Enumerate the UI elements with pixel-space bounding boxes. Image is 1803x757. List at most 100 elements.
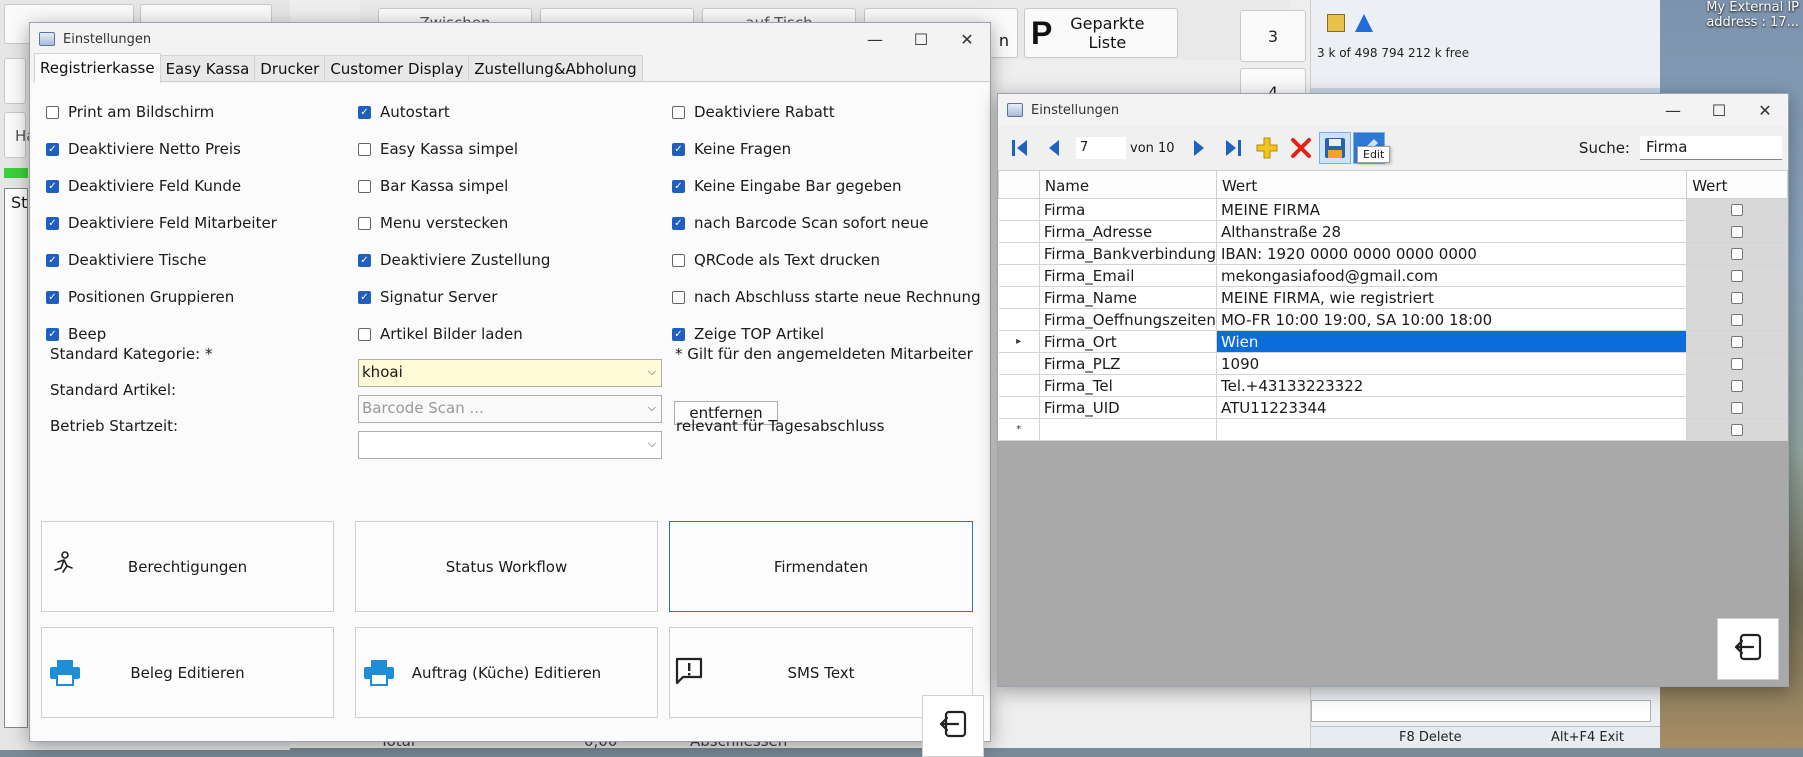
checkbox-unchecked-icon[interactable]	[1731, 204, 1744, 216]
cell-name[interactable]: Firma_Name	[1039, 286, 1217, 309]
cell-value[interactable]: Wien	[1216, 330, 1688, 353]
minimize-icon[interactable]: —	[1650, 101, 1696, 120]
checkbox-unchecked-icon[interactable]	[358, 327, 371, 341]
row-header[interactable]	[998, 396, 1040, 419]
cell-value[interactable]: ATU11223344	[1216, 396, 1688, 419]
checkbox-unchecked-icon[interactable]	[672, 105, 685, 119]
delete-record-icon[interactable]	[1285, 132, 1317, 164]
row-header[interactable]	[998, 374, 1040, 397]
cell-value[interactable]: Tel.+43133223322	[1216, 374, 1688, 397]
checkbox-unchecked-icon[interactable]	[358, 179, 371, 193]
background-button[interactable]	[4, 58, 26, 104]
cell-name[interactable]: Firma_Adresse	[1039, 220, 1217, 243]
current-row-indicator[interactable]: ▸	[998, 330, 1040, 353]
checkbox-checked-icon[interactable]: ✓	[358, 290, 371, 304]
betrieb-startzeit-select[interactable]: ⌵	[358, 431, 662, 459]
checkbox-checked-icon[interactable]: ✓	[46, 253, 59, 267]
table-row[interactable]: Firma_Bankverbindung IBAN: 1920 0000 0000…	[998, 242, 1788, 265]
cell-checkbox[interactable]	[1686, 198, 1788, 221]
cell-checkbox[interactable]	[1686, 308, 1788, 331]
checkbox-checked-icon[interactable]: ✓	[672, 142, 685, 156]
checkbox-positionen-gruppieren[interactable]: ✓ Positionen Gruppieren	[46, 288, 234, 306]
new-row-indicator[interactable]: *	[998, 418, 1040, 441]
number-3-button[interactable]: 3	[1240, 10, 1306, 62]
cell-checkbox[interactable]	[1686, 330, 1788, 353]
checkbox-nach-barcode-scan-sofort-neue[interactable]: ✓ nach Barcode Scan sofort neue	[672, 214, 928, 232]
background-button-ha[interactable]: Ha	[4, 112, 35, 158]
cell-value[interactable]: MEINE FIRMA	[1216, 198, 1688, 221]
checkbox-print-am-bildschirm[interactable]: Print am Bildschirm	[46, 103, 214, 121]
close-icon[interactable]: ✕	[944, 30, 990, 49]
checkbox-nach-abschluss-starte-neue-rechnung[interactable]: nach Abschluss starte neue Rechnung	[672, 288, 981, 306]
checkbox-unchecked-icon[interactable]	[358, 142, 371, 156]
checkbox-bar-kassa-simpel[interactable]: Bar Kassa simpel	[358, 177, 508, 195]
berechtigungen-button[interactable]: Berechtigungen	[41, 521, 334, 612]
cell-name[interactable]	[1039, 418, 1217, 441]
table-row[interactable]: Firma_Name MEINE FIRMA, wie registriert	[998, 286, 1788, 309]
checkbox-checked-icon[interactable]: ✓	[46, 142, 59, 156]
cell-checkbox[interactable]	[1686, 352, 1788, 375]
checkbox-beep[interactable]: ✓ Beep	[46, 325, 106, 343]
table-row[interactable]: Firma_Email mekongasiafood@gmail.com	[998, 264, 1788, 287]
checkbox-checked-icon[interactable]: ✓	[46, 290, 59, 304]
checkbox-unchecked-icon[interactable]	[1731, 248, 1744, 260]
checkbox-checked-icon[interactable]: ✓	[358, 253, 371, 267]
tab-easy-kassa[interactable]: Easy Kassa	[159, 55, 256, 81]
checkbox-easy-kassa-simpel[interactable]: Easy Kassa simpel	[358, 140, 518, 158]
row-header[interactable]	[998, 264, 1040, 287]
cell-value[interactable]	[1216, 418, 1688, 441]
checkbox-unchecked-icon[interactable]	[672, 253, 685, 267]
cell-value[interactable]: MEINE FIRMA, wie registriert	[1216, 286, 1688, 309]
checkbox-checked-icon[interactable]: ✓	[672, 179, 685, 193]
maximize-icon[interactable]: ☐	[1696, 101, 1742, 120]
previous-record-icon[interactable]	[1038, 132, 1070, 164]
close-icon[interactable]: ✕	[1742, 101, 1788, 120]
checkbox-unchecked-icon[interactable]	[1731, 336, 1744, 348]
checkbox-unchecked-icon[interactable]	[1731, 424, 1744, 436]
column-header-wert[interactable]: Wert	[1215, 170, 1688, 199]
checkbox-checked-icon[interactable]: ✓	[46, 179, 59, 193]
table-row[interactable]: Firma MEINE FIRMA	[998, 198, 1788, 221]
background-input[interactable]	[1311, 700, 1651, 722]
status-workflow-button[interactable]: Status Workflow	[355, 521, 658, 612]
cell-checkbox[interactable]	[1686, 264, 1788, 287]
checkbox-deaktiviere-rabatt[interactable]: Deaktiviere Rabatt	[672, 103, 835, 121]
geparkte-liste-button[interactable]: P Geparkte Liste	[1024, 8, 1178, 58]
record-position-input[interactable]: 7	[1076, 137, 1126, 159]
checkbox-deaktiviere-netto-preis[interactable]: ✓ Deaktiviere Netto Preis	[46, 140, 241, 158]
checkbox-deaktiviere-tische[interactable]: ✓ Deaktiviere Tische	[46, 251, 206, 269]
table-row[interactable]: Firma_Oeffnungszeiten MO-FR 10:00 19:00, …	[998, 308, 1788, 331]
standard-artikel-select[interactable]: Barcode Scan ... ⌵	[358, 395, 662, 423]
checkbox-deaktiviere-zustellung[interactable]: ✓ Deaktiviere Zustellung	[358, 251, 550, 269]
table-row[interactable]: Firma_Adresse Althanstraße 28	[998, 220, 1788, 243]
cell-checkbox[interactable]	[1686, 374, 1788, 397]
checkbox-checked-icon[interactable]: ✓	[46, 216, 59, 230]
checkbox-deaktiviere-feld-kunde[interactable]: ✓ Deaktiviere Feld Kunde	[46, 177, 241, 195]
cell-value[interactable]: IBAN: 1920 0000 0000 0000 0000	[1216, 242, 1688, 265]
cell-name[interactable]: Firma_Email	[1039, 264, 1217, 287]
firmendaten-button[interactable]: Firmendaten	[669, 521, 973, 612]
checkbox-unchecked-icon[interactable]	[46, 105, 59, 119]
cell-value[interactable]: Althanstraße 28	[1216, 220, 1688, 243]
tab-customer-display[interactable]: Customer Display	[324, 55, 470, 81]
cell-name[interactable]: Firma_Oeffnungszeiten	[1039, 308, 1217, 331]
checkbox-unchecked-icon[interactable]	[1731, 358, 1744, 370]
checkbox-unchecked-icon[interactable]	[1731, 292, 1744, 304]
search-input[interactable]: Firma	[1640, 136, 1782, 160]
maximize-icon[interactable]: ☐	[898, 30, 944, 49]
standard-kategorie-select[interactable]: khoai ⌵	[358, 359, 662, 387]
tab-drucker[interactable]: Drucker	[254, 55, 326, 81]
checkbox-menu-verstecken[interactable]: Menu verstecken	[358, 214, 508, 232]
cell-name[interactable]: Firma_PLZ	[1039, 352, 1217, 375]
checkbox-unchecked-icon[interactable]	[358, 216, 371, 230]
tab-zustellung-abholung[interactable]: Zustellung&Abholung	[468, 55, 643, 81]
auftrag-editieren-button[interactable]: Auftrag (Küche) Editieren	[355, 627, 658, 718]
checkbox-checked-icon[interactable]: ✓	[672, 327, 685, 341]
checkbox-unchecked-icon[interactable]	[1731, 402, 1744, 414]
checkbox-checked-icon[interactable]: ✓	[672, 216, 685, 230]
row-header[interactable]	[998, 286, 1040, 309]
table-row[interactable]: Firma_UID ATU11223344	[998, 396, 1788, 419]
checkbox-keine-fragen[interactable]: ✓ Keine Fragen	[672, 140, 791, 158]
checkbox-keine-eingabe-bar-gegeben[interactable]: ✓ Keine Eingabe Bar gegeben	[672, 177, 902, 195]
first-record-icon[interactable]	[1004, 132, 1036, 164]
